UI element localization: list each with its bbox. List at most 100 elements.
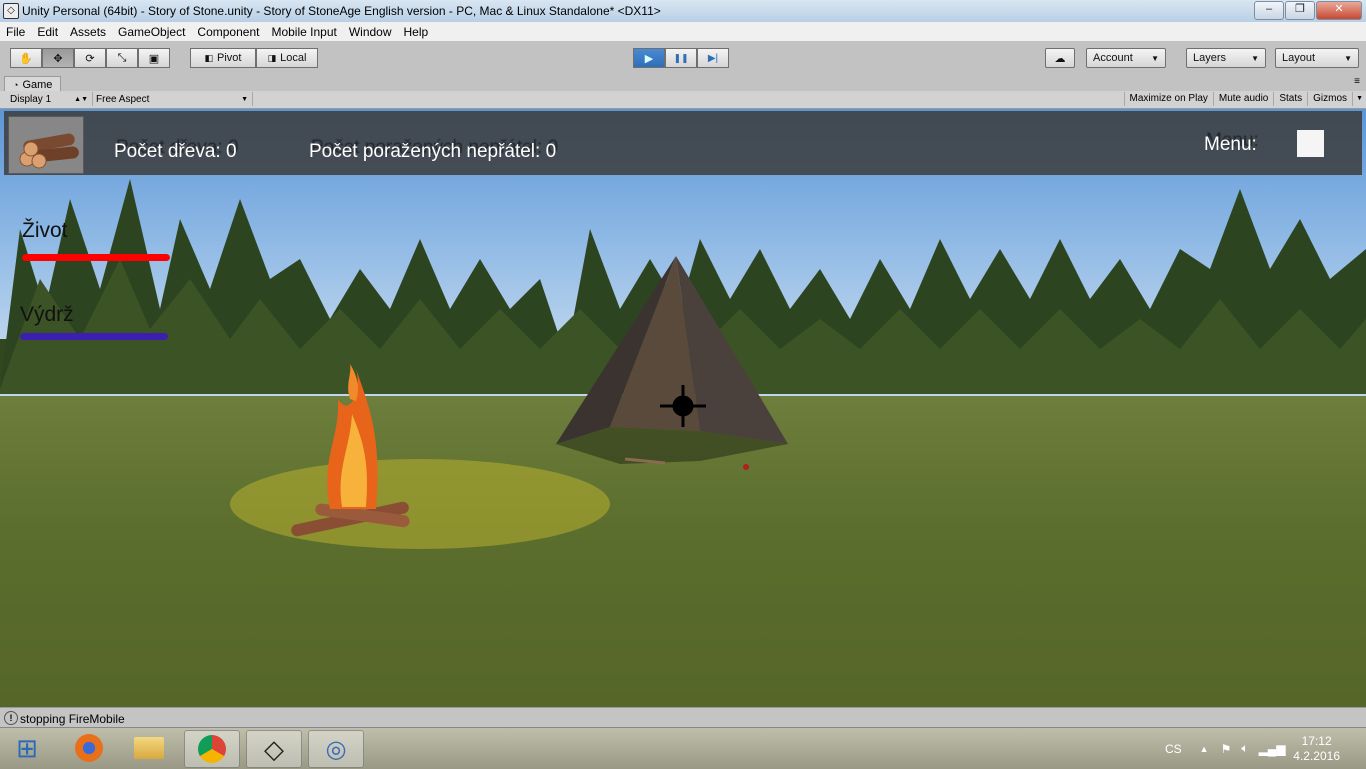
start-button-icon: ⊞ [16,732,38,763]
scale-tool-button[interactable]: ⤡ [106,48,138,68]
chevron-down-icon[interactable]: ▼ [1352,92,1366,106]
move-tool-icon: ✥ [53,52,63,65]
step-button[interactable]: ▶| [697,48,729,68]
chevron-down-icon: ▼ [1344,53,1352,63]
right-toolbar: ☁ [1045,48,1075,68]
stamina-bar-fill [20,333,168,340]
health-bar-fill [22,254,170,261]
show-hidden-icons-icon[interactable]: ▲ [1200,744,1209,754]
health-bar [22,254,170,261]
scale-tool-icon: ⤡ [117,51,127,64]
game-options: Maximize on Play Mute audio Stats Gizmos… [1123,92,1366,106]
gizmos-dropdown[interactable]: Gizmos [1307,92,1352,106]
playback-controls: ▶ ❚❚ ▶| [633,48,729,68]
menu-help[interactable]: Help [398,25,435,39]
pivot-icon: ◧ [204,52,214,63]
fire-glow [230,459,610,549]
pivot-controls: ◧ Pivot ◨ Local [190,48,318,68]
start-button[interactable]: ⊞ [0,730,54,766]
taskbar-app[interactable]: ◎ [308,730,364,768]
account-dropdown[interactable]: Account ▼ [1086,48,1166,68]
chevron-down-icon: ▼ [1151,53,1159,63]
title-bar: ◇ Unity Personal (64bit) - Story of Ston… [0,0,1366,23]
layout-label: Layout [1282,52,1316,64]
game-panel-bar: Display 1 ▲▼ Free Aspect ▼ Maximize on P… [0,91,1366,109]
chevron-down-icon: ▼ [1251,53,1259,63]
firefox-icon [75,734,103,762]
stats-toggle[interactable]: Stats [1273,92,1307,106]
rotate-tool-icon: ⟳ [85,52,95,65]
play-button[interactable]: ▶ [633,48,665,68]
hud-top-bar: Počet dřeva: 0 Počet poražených nepřátel… [4,111,1362,175]
stamina-label: Výdrž [20,303,74,326]
game-tab-label: Game [22,78,53,91]
pivot-button[interactable]: ◧ Pivot [190,48,256,68]
menu-mobile-input[interactable]: Mobile Input [265,25,342,39]
step-icon: ▶| [707,52,719,64]
menu-file[interactable]: File [0,25,31,39]
minimize-button[interactable]: – [1254,1,1284,20]
wood-logs-icon [8,116,84,174]
taskbar-chrome[interactable] [184,730,240,768]
move-tool-button[interactable]: ✥ [42,48,74,68]
display-value: Display 1 [10,93,52,105]
clock-time: 17:12 [1301,734,1332,748]
aspect-select[interactable]: Free Aspect ▼ [92,92,253,106]
layout-dropdown[interactable]: Layout ▼ [1275,48,1359,68]
chrome-icon [198,735,226,763]
taskbar-firefox[interactable] [62,730,116,766]
language-indicator[interactable]: CS [1165,742,1182,756]
game-viewport[interactable]: Počet dřeva: 0 Počet poražených nepřátel… [0,109,1366,707]
cloud-button[interactable]: ☁ [1045,48,1075,68]
close-button[interactable]: ✕ [1316,1,1362,20]
chevron-down-icon: ▼ [241,95,248,103]
network-signal-icon[interactable]: ▂▄▆ [1259,742,1286,756]
taskbar-explorer[interactable] [122,730,176,766]
menu-edit[interactable]: Edit [31,25,64,39]
info-icon: ! [4,711,18,725]
hand-tool-button[interactable]: ✋ [10,48,42,68]
menu-window[interactable]: Window [343,25,398,39]
tab-game[interactable]: ◔ Game [4,76,62,92]
apple [743,464,749,470]
rect-tool-icon: ▣ [148,52,160,65]
menu-button[interactable] [1297,130,1324,157]
play-icon: ▶ [644,52,654,65]
windows-taskbar: ⊞ ◇ ◎ CS ▲ ⚑ 🔈︎ ▂▄▆ 17:12 4.2.2016 [0,727,1366,769]
menu-gameobject[interactable]: GameObject [112,25,191,39]
clock[interactable]: 17:12 4.2.2016 [1293,734,1340,764]
stamina-bar [20,333,168,340]
menu-component[interactable]: Component [191,25,265,39]
status-message[interactable]: stopping FireMobile [20,712,125,726]
window-controls: – ❐ ✕ [1254,1,1362,20]
mute-audio-toggle[interactable]: Mute audio [1212,92,1273,106]
pause-button[interactable]: ❚❚ [665,48,697,68]
app-icon: ◎ [325,735,347,763]
display-select[interactable]: Display 1 ▲▼ [6,92,93,106]
file-explorer-icon [134,737,164,759]
action-center-flag-icon[interactable]: ⚑ [1221,742,1232,756]
clock-date: 4.2.2016 [1293,749,1340,763]
cloud-icon: ☁ [1054,52,1066,65]
panel-menu-icon[interactable]: ≡ [1354,76,1360,87]
wood-count-label: Počet dřeva: 0 [114,141,237,162]
maximize-button[interactable]: ❐ [1285,1,1315,20]
volume-icon[interactable]: 🔈︎ [1241,741,1248,756]
enemies-defeated-label: Počet poražených nepřátel: 0 [309,141,557,162]
hand-tool-icon: ✋ [19,52,33,65]
system-tray: CS ▲ ⚑ 🔈︎ ▂▄▆ [1165,728,1286,769]
pause-icon: ❚❚ [673,52,689,63]
menu-assets[interactable]: Assets [64,25,112,39]
local-button[interactable]: ◨ Local [256,48,318,68]
rect-tool-button[interactable]: ▣ [138,48,170,68]
maximize-on-play-toggle[interactable]: Maximize on Play [1123,92,1213,106]
aspect-value: Free Aspect [96,93,150,105]
game-tab-icon: ◔ [13,79,19,90]
taskbar-unity[interactable]: ◇ [246,730,302,768]
unity-app-icon: ◇ [3,3,19,19]
rotate-tool-button[interactable]: ⟳ [74,48,106,68]
toolbar: ✋ ✥ ⟳ ⤡ ▣ ◧ Pivot ◨ Local ▶ ❚❚ ▶| ☁ Acco… [0,41,1366,76]
game-scene [0,179,1366,549]
layers-dropdown[interactable]: Layers ▼ [1186,48,1266,68]
menu-label: Menu: [1204,134,1257,155]
